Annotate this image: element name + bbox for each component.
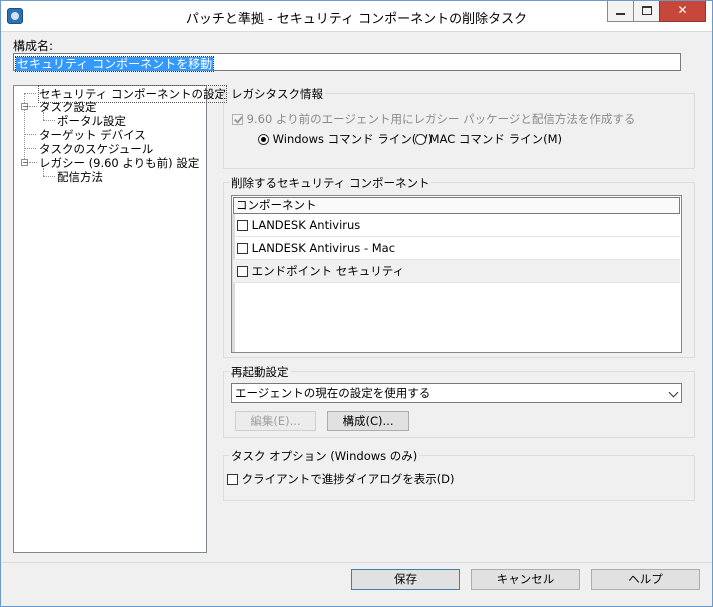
reboot-setting-value: エージェントの現在の設定を使用する [235,386,431,400]
component-label: LANDESK Antivirus [251,218,361,232]
reboot-title: 再起動設定 [229,364,291,380]
tree-connector [24,93,36,94]
radio-mac-row[interactable]: MAC コマンド ライン(M) [415,131,562,147]
list-item[interactable]: エンドポイント セキュリティ [233,260,680,283]
tree-connector [29,106,37,107]
close-icon: ✕ [677,3,688,17]
maximize-button[interactable] [633,1,659,22]
collapse-icon[interactable]: − [21,103,29,111]
component-checkbox[interactable] [237,220,248,231]
tree-connector [43,168,44,176]
component-checkbox[interactable] [237,266,248,277]
legacy-checkbox[interactable] [232,114,243,125]
tree-connector [24,134,36,135]
component-label: エンドポイント セキュリティ [251,264,405,278]
maximize-icon [641,6,652,15]
config-name-label: 構成名: [13,39,54,53]
cancel-button[interactable]: キャンセル [471,569,580,590]
settings-tree[interactable]: セキュリティ コンポーネントの設定 − タスク設定 ポータル設定 ターゲット デ… [13,85,227,553]
tree-connector [29,162,37,163]
footer-divider [1,562,712,563]
window-title: パッチと準拠 - セキュリティ コンポーネントの削除タスク [185,12,528,27]
column-header-component[interactable]: コンポーネント [233,197,680,214]
legacy-task-group: レガシタスク情報 9.60 より前のエージェント用にレガシー パッケージと配信方… [223,86,695,169]
task-options-group: タスク オプション (Windows のみ) クライアントで進捗ダイアログを表示… [223,448,695,501]
tree-connector [24,148,36,149]
components-list[interactable]: コンポーネント LANDESK Antivirus LANDESK Antivi… [231,195,682,353]
config-name-value: セキュリティ コンポーネントを移動 [14,56,215,72]
progress-dialog-label: クライアントで進捗ダイアログを表示(D) [241,472,455,486]
configure-button[interactable]: 構成(C)... [327,411,409,431]
task-options-title: タスク オプション (Windows のみ) [229,448,420,464]
component-label: LANDESK Antivirus - Mac [251,241,396,255]
list-item[interactable]: LANDESK Antivirus - Mac [233,237,680,260]
collapse-icon[interactable]: − [21,159,29,167]
minimize-icon [616,12,625,15]
tree-connector [43,176,55,177]
dialog-window: パッチと準拠 - セキュリティ コンポーネントの削除タスク ✕ 構成名: セキュ… [0,0,713,607]
minimize-button[interactable] [607,1,633,22]
radio-mac-label: MAC コマンド ライン(M) [429,132,562,146]
component-checkbox[interactable] [237,243,248,254]
progress-dialog-row[interactable]: クライアントで進捗ダイアログを表示(D) [227,471,455,487]
radio-windows[interactable] [258,134,269,145]
radio-windows-label: Windows コマンド ライン(W) [272,132,433,146]
radio-windows-row[interactable]: Windows コマンド ライン(W) [258,131,432,147]
progress-dialog-checkbox[interactable] [227,474,238,485]
components-title: 削除するセキュリティ コンポーネント [229,175,432,191]
list-item[interactable]: LANDESK Antivirus [233,214,680,237]
save-button[interactable]: 保存 [351,569,460,590]
tree-item-delivery-method[interactable]: 配信方法 [57,169,103,185]
help-button[interactable]: ヘルプ [591,569,700,590]
legacy-checkbox-row[interactable]: 9.60 より前のエージェント用にレガシー パッケージと配信方法を作成する [232,111,635,127]
legacy-task-title: レガシタスク情報 [229,86,325,102]
legacy-checkbox-label: 9.60 より前のエージェント用にレガシー パッケージと配信方法を作成する [246,112,636,126]
tree-connector [43,112,44,120]
tree-connector [43,120,55,121]
edit-button[interactable]: 編集(E)... [235,411,316,431]
title-bar[interactable]: パッチと準拠 - セキュリティ コンポーネントの削除タスク ✕ [1,1,712,32]
config-name-input[interactable]: セキュリティ コンポーネントを移動 [13,53,681,72]
close-button[interactable]: ✕ [659,1,706,22]
reboot-setting-select[interactable]: エージェントの現在の設定を使用する [231,383,682,403]
chevron-down-icon [668,387,679,398]
radio-mac[interactable] [415,134,426,145]
